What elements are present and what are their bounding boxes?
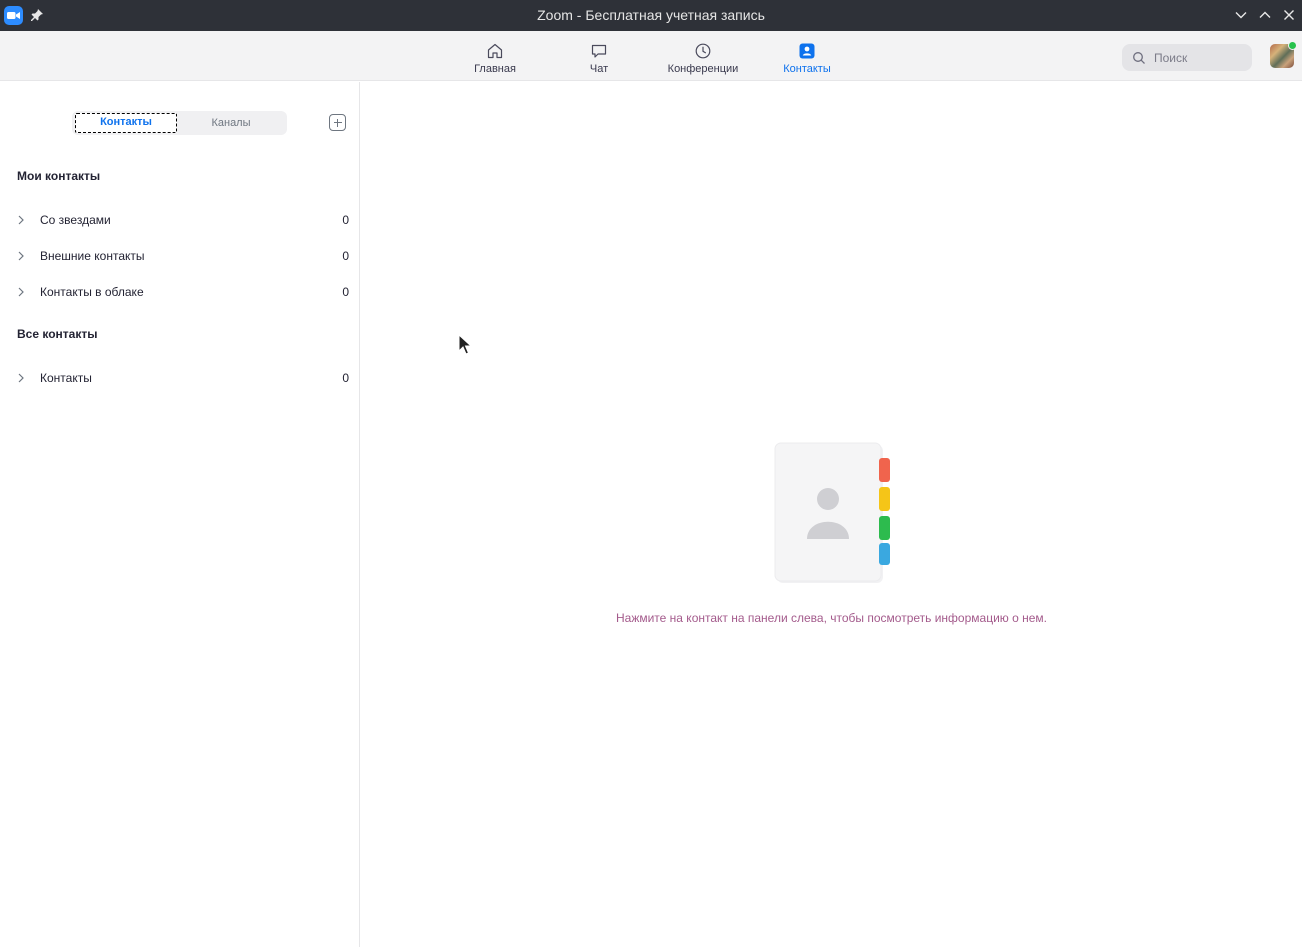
contact-group-starred[interactable]: Со звездами 0 [0,208,360,232]
tab-contacts[interactable]: Контакты [757,42,857,78]
minimize-icon[interactable] [1234,8,1248,22]
contacts-icon [799,43,815,59]
window-title: Zoom - Бесплатная учетная запись [537,7,765,23]
segment-channels[interactable]: Каналы [180,113,282,133]
segment-contacts[interactable]: Контакты [75,113,177,133]
contact-group-count: 0 [342,213,349,227]
avatar[interactable] [1270,41,1297,68]
my-contacts-heading: Мои контакты [17,169,101,183]
close-icon[interactable] [1282,8,1296,22]
chevron-right-icon [18,373,24,383]
tab-meetings[interactable]: Конференции [653,42,753,78]
contact-group-all[interactable]: Контакты 0 [0,366,360,390]
all-contacts-heading: Все контакты [17,327,98,341]
tab-home-label: Главная [474,63,516,75]
top-navigation: Главная Чат Конференции Контакты [0,31,1302,81]
contact-detail-pane: Нажмите на контакт на панели слева, чтоб… [361,82,1302,947]
search-icon [1133,52,1145,64]
home-icon [487,43,503,59]
chevron-right-icon [18,215,24,225]
clock-icon [695,43,711,59]
contact-group-label: Внешние контакты [40,249,145,263]
chevron-right-icon [18,251,24,261]
contact-group-external[interactable]: Внешние контакты 0 [0,244,360,268]
empty-state-hint: Нажмите на контакт на панели слева, чтоб… [615,611,1048,625]
mouse-cursor-icon [458,334,472,355]
contact-group-count: 0 [342,285,349,299]
segment-control: Контакты Каналы [72,111,287,135]
contact-group-label: Со звездами [40,213,111,227]
add-contact-button[interactable] [329,114,346,131]
search-box[interactable] [1122,44,1252,71]
tab-contacts-label: Контакты [783,63,831,75]
presence-status-dot [1288,41,1297,50]
tab-chat-label: Чат [589,63,609,75]
contact-group-cloud[interactable]: Контакты в облаке 0 [0,280,360,304]
address-book-icon [774,442,890,583]
maximize-icon[interactable] [1258,8,1272,22]
contact-group-count: 0 [342,371,349,385]
tab-meetings-label: Конференции [667,63,739,75]
contact-group-count: 0 [342,249,349,263]
contact-group-label: Контакты в облаке [40,285,144,299]
chat-icon [591,44,607,58]
tab-chat[interactable]: Чат [549,42,649,78]
title-bar: Zoom - Бесплатная учетная запись [0,0,1302,31]
contact-group-label: Контакты [40,371,92,385]
contacts-sidebar: Контакты Каналы Мои контакты Со звездами… [0,82,360,947]
tab-home[interactable]: Главная [445,42,545,78]
chevron-right-icon [18,287,24,297]
search-input[interactable] [1154,48,1246,67]
